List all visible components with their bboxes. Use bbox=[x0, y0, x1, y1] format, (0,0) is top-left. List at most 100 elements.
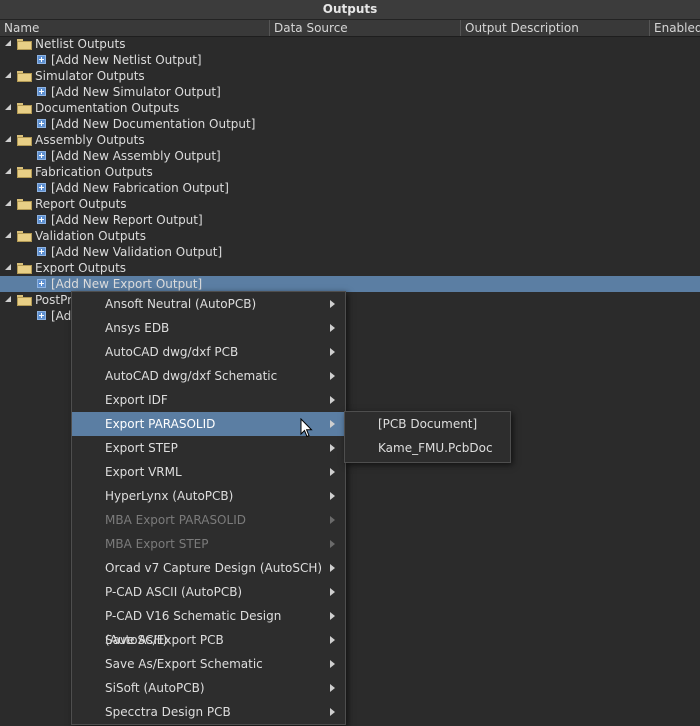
menu-item[interactable]: Ansoft Neutral (AutoPCB) bbox=[72, 292, 345, 316]
tree-add-output-row[interactable]: [Add New Validation Output] bbox=[0, 244, 700, 260]
submenu-item-kame-fmu[interactable]: Kame_FMU.PcbDoc bbox=[345, 436, 510, 460]
menu-item[interactable]: P-CAD V16 Schematic Design (AutoSCH) bbox=[72, 604, 345, 647]
tree-group-label: Documentation Outputs bbox=[35, 101, 180, 115]
menu-item[interactable]: Ansys EDB bbox=[72, 316, 345, 340]
tree-group-row[interactable]: Netlist Outputs bbox=[0, 36, 700, 52]
add-icon bbox=[37, 215, 46, 224]
submenu-arrow-icon bbox=[330, 420, 335, 428]
add-output-label: [Add New Export Output] bbox=[51, 277, 203, 291]
tree-add-output-row[interactable]: [Add New Netlist Output] bbox=[0, 52, 700, 68]
add-output-label: [Add New Documentation Output] bbox=[51, 117, 256, 131]
submenu-arrow-icon bbox=[330, 684, 335, 692]
menu-item-label: Export PARASOLID bbox=[105, 417, 216, 431]
menu-item[interactable]: Export VRML bbox=[72, 460, 345, 484]
submenu-arrow-icon bbox=[330, 636, 335, 644]
add-icon bbox=[37, 279, 46, 288]
submenu-arrow-icon bbox=[330, 324, 335, 332]
add-output-label: [Add New Simulator Output] bbox=[51, 85, 221, 99]
tree-group-label: Assembly Outputs bbox=[35, 133, 145, 147]
menu-item[interactable]: Save As/Export Schematic bbox=[72, 652, 345, 676]
tree-group-row[interactable]: Fabrication Outputs bbox=[0, 164, 700, 180]
context-menu: Ansoft Neutral (AutoPCB) Ansys EDB AutoCAD… bbox=[71, 291, 346, 725]
expand-triangle-icon[interactable] bbox=[5, 232, 11, 238]
menu-item[interactable]: Specctra Design PCB bbox=[72, 700, 345, 724]
expand-triangle-icon[interactable] bbox=[5, 72, 11, 78]
menu-item-label: Ansoft Neutral (AutoPCB) bbox=[105, 297, 257, 311]
menu-item[interactable]: Export IDF bbox=[72, 388, 345, 412]
menu-item-label: Export VRML bbox=[105, 465, 182, 479]
submenu-arrow-icon bbox=[330, 540, 335, 548]
add-output-label: [Add New Report Output] bbox=[51, 213, 203, 227]
column-name[interactable]: Name bbox=[0, 20, 270, 36]
tree-group-label: Fabrication Outputs bbox=[35, 165, 153, 179]
menu-item-label: Specctra Design PCB bbox=[105, 705, 231, 719]
submenu-item-pcb-document[interactable]: [PCB Document] bbox=[345, 412, 510, 436]
column-enabled[interactable]: Enabled bbox=[650, 20, 700, 36]
column-output-description[interactable]: Output Description bbox=[461, 20, 650, 36]
submenu-arrow-icon bbox=[330, 588, 335, 596]
menu-item-label: Export IDF bbox=[105, 393, 168, 407]
panel-title: Outputs bbox=[0, 0, 700, 20]
expand-triangle-icon[interactable] bbox=[5, 296, 11, 302]
tree-add-output-row[interactable]: [Add New Assembly Output] bbox=[0, 148, 700, 164]
tree-add-output-row[interactable]: [Add New Fabrication Output] bbox=[0, 180, 700, 196]
column-header: Name Data Source Output Description Enab… bbox=[0, 20, 700, 37]
expand-triangle-icon[interactable] bbox=[5, 200, 11, 206]
folder-icon bbox=[17, 167, 32, 178]
add-icon bbox=[37, 183, 46, 192]
tree-group-row[interactable]: Documentation Outputs bbox=[0, 100, 700, 116]
submenu-arrow-icon bbox=[330, 348, 335, 356]
tree-group-row[interactable]: Export Outputs bbox=[0, 260, 700, 276]
menu-item-label: AutoCAD dwg/dxf PCB bbox=[105, 345, 239, 359]
expand-triangle-icon[interactable] bbox=[5, 168, 11, 174]
tree-group-row[interactable]: Simulator Outputs bbox=[0, 68, 700, 84]
submenu-arrow-icon bbox=[330, 468, 335, 476]
submenu-item-label: [PCB Document] bbox=[378, 417, 478, 431]
submenu-arrow-icon bbox=[330, 660, 335, 668]
menu-item[interactable]: Export STEP bbox=[72, 436, 345, 460]
menu-item[interactable]: Orcad v7 Capture Design (AutoSCH) bbox=[72, 556, 345, 580]
submenu-arrow-icon bbox=[330, 612, 335, 620]
tree-group-label: Validation Outputs bbox=[35, 229, 147, 243]
export-parasolid-submenu: [PCB Document] Kame_FMU.PcbDoc bbox=[344, 411, 511, 463]
add-icon bbox=[37, 247, 46, 256]
expand-triangle-icon[interactable] bbox=[5, 264, 11, 270]
menu-item[interactable]: Save As/Export PCB bbox=[72, 628, 345, 652]
tree-add-output-row[interactable]: [Add New Export Output] bbox=[0, 276, 700, 292]
tree-group-row[interactable]: Report Outputs bbox=[0, 196, 700, 212]
menu-item[interactable]: AutoCAD dwg/dxf PCB bbox=[72, 340, 345, 364]
menu-item-label: P-CAD ASCII (AutoPCB) bbox=[105, 585, 243, 599]
menu-item[interactable]: AutoCAD dwg/dxf Schematic bbox=[72, 364, 345, 388]
mouse-cursor-icon bbox=[300, 418, 313, 438]
submenu-arrow-icon bbox=[330, 708, 335, 716]
expand-triangle-icon[interactable] bbox=[5, 104, 11, 110]
column-data-source[interactable]: Data Source bbox=[270, 20, 461, 36]
tree-group-label: Netlist Outputs bbox=[35, 37, 126, 51]
menu-item-label: MBA Export STEP bbox=[105, 537, 209, 551]
tree-add-output-row[interactable]: [Add New Documentation Output] bbox=[0, 116, 700, 132]
tree-add-output-row[interactable]: [Add New Simulator Output] bbox=[0, 84, 700, 100]
folder-icon bbox=[17, 71, 32, 82]
add-output-label: [Add New Fabrication Output] bbox=[51, 181, 229, 195]
folder-icon bbox=[17, 295, 32, 306]
submenu-arrow-icon bbox=[330, 372, 335, 380]
menu-item[interactable]: P-CAD ASCII (AutoPCB) bbox=[72, 580, 345, 604]
menu-item[interactable]: SiSoft (AutoPCB) bbox=[72, 676, 345, 700]
submenu-arrow-icon bbox=[330, 492, 335, 500]
submenu-arrow-icon bbox=[330, 444, 335, 452]
expand-triangle-icon[interactable] bbox=[5, 40, 11, 46]
menu-item[interactable]: HyperLynx (AutoPCB) bbox=[72, 484, 345, 508]
expand-triangle-icon[interactable] bbox=[5, 136, 11, 142]
menu-item-label: Ansys EDB bbox=[105, 321, 170, 335]
add-output-label: [Add New Validation Output] bbox=[51, 245, 223, 259]
add-output-label: [Add New Assembly Output] bbox=[51, 149, 221, 163]
tree-group-row[interactable]: Validation Outputs bbox=[0, 228, 700, 244]
tree-group-row[interactable]: Assembly Outputs bbox=[0, 132, 700, 148]
tree-group-label: Simulator Outputs bbox=[35, 69, 145, 83]
menu-item-label: HyperLynx (AutoPCB) bbox=[105, 489, 234, 503]
tree-add-output-row[interactable]: [Add New Report Output] bbox=[0, 212, 700, 228]
add-icon bbox=[37, 87, 46, 96]
add-output-label: [Add New Netlist Output] bbox=[51, 53, 202, 67]
submenu-arrow-icon bbox=[330, 564, 335, 572]
menu-item-label: MBA Export PARASOLID bbox=[105, 513, 246, 527]
